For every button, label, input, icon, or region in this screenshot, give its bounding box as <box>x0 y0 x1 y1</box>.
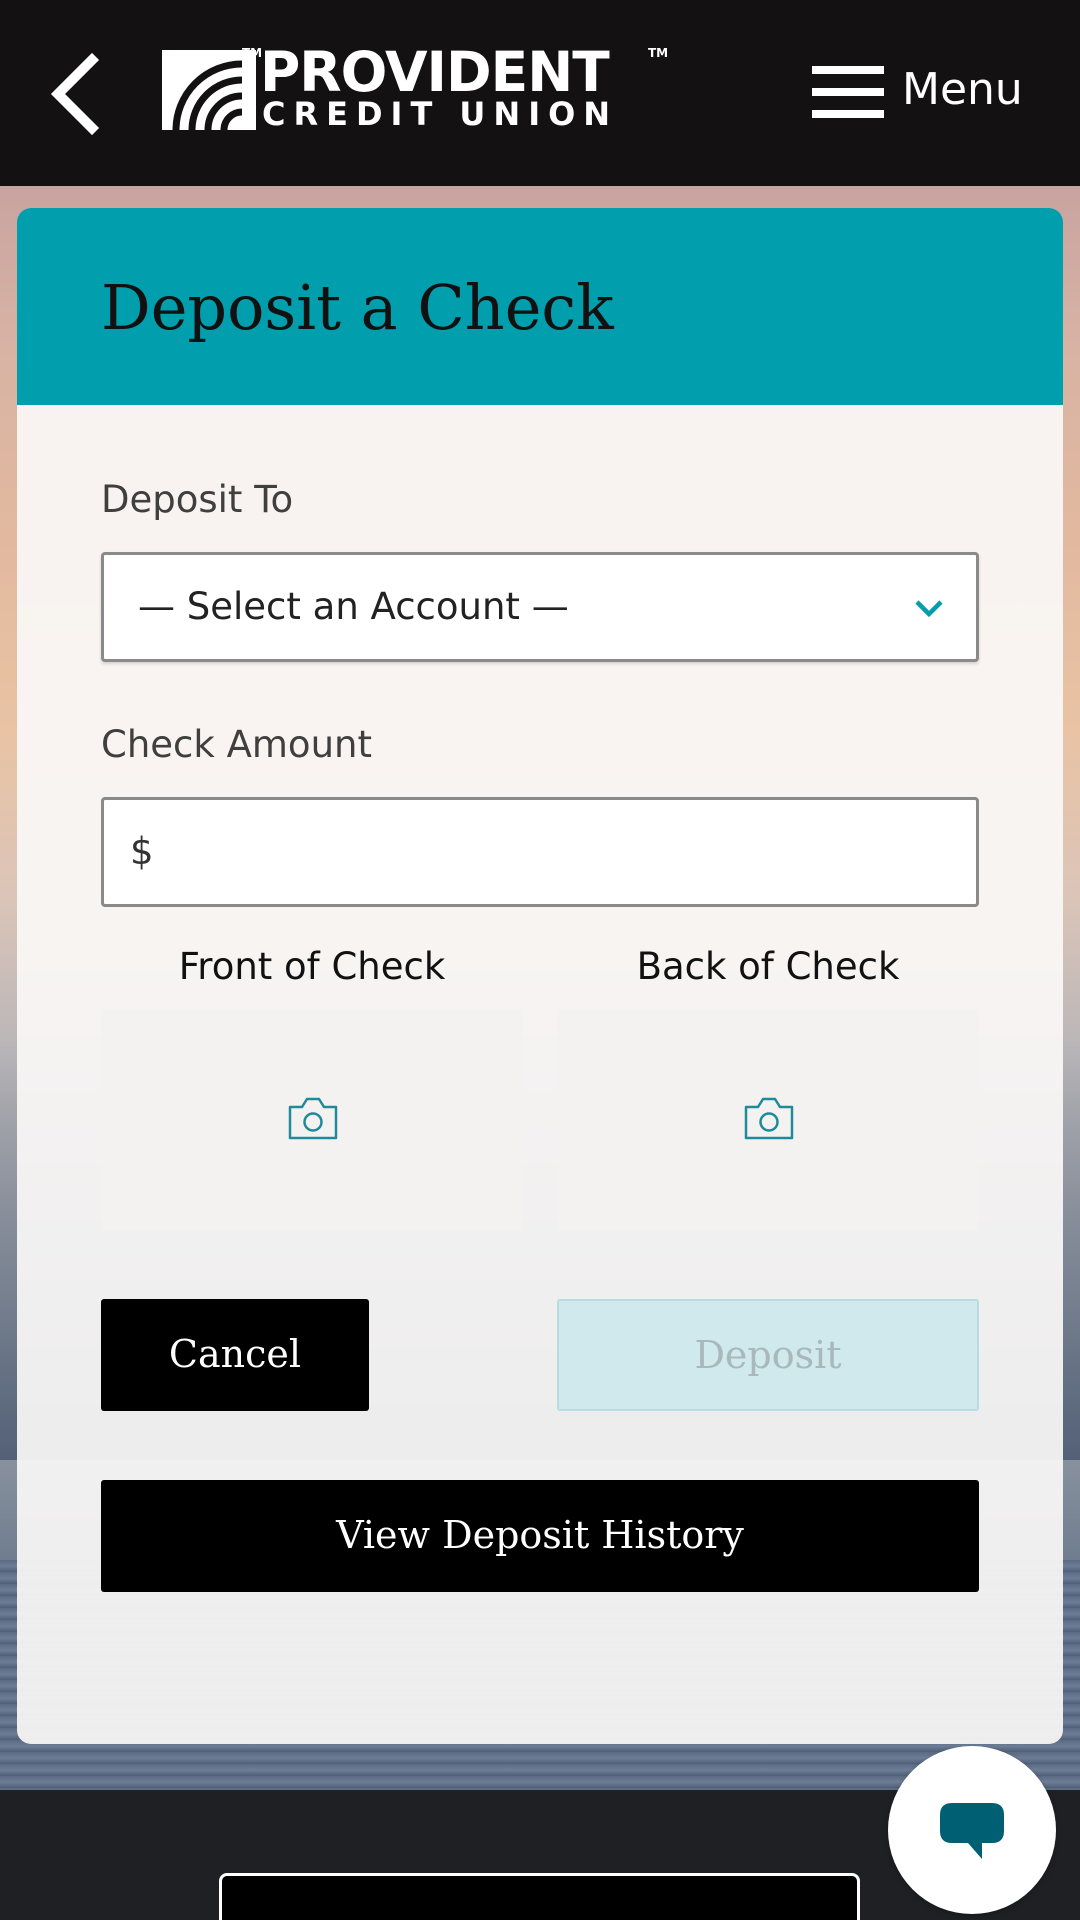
app-header: TM PROVIDENT TM CREDIT UNION Menu <box>0 0 1080 186</box>
back-of-check-capture[interactable] <box>557 1009 979 1231</box>
check-amount-label: Check Amount <box>101 723 372 766</box>
cancel-button[interactable]: Cancel <box>101 1299 369 1411</box>
account-select[interactable]: — Select an Account — <box>101 552 979 662</box>
chat-button[interactable] <box>888 1746 1056 1914</box>
menu-button[interactable]: Menu <box>812 58 1032 124</box>
view-deposit-history-button[interactable]: View Deposit History <box>101 1480 979 1592</box>
camera-icon <box>744 1097 794 1140</box>
check-amount-input[interactable] <box>174 814 964 890</box>
camera-icon <box>288 1097 338 1140</box>
menu-label: Menu <box>902 64 1023 115</box>
front-of-check-label: Front of Check <box>178 945 446 988</box>
logo-trademark: TM <box>648 46 669 60</box>
deposit-to-label: Deposit To <box>101 478 294 521</box>
page-title: Deposit a Check <box>101 271 614 344</box>
chevron-left-icon[interactable] <box>48 52 104 136</box>
chat-bubble-icon <box>940 1803 1004 1859</box>
logo-subtitle: CREDIT UNION <box>262 95 619 133</box>
chevron-down-icon <box>915 600 943 618</box>
provident-logo[interactable]: TM PROVIDENT TM CREDIT UNION <box>162 40 672 136</box>
deposit-button[interactable]: Deposit <box>557 1299 979 1411</box>
card-header: Deposit a Check <box>17 208 1063 405</box>
footer-button[interactable] <box>219 1873 860 1920</box>
hamburger-icon <box>812 66 884 118</box>
deposit-card: Deposit a Check Deposit To — Select an A… <box>17 208 1063 1744</box>
currency-symbol: $ <box>130 830 154 873</box>
check-amount-field[interactable]: $ <box>101 797 979 907</box>
back-of-check-label: Back of Check <box>636 945 900 988</box>
front-of-check-capture[interactable] <box>101 1009 523 1231</box>
account-select-value: — Select an Account — <box>138 585 569 628</box>
logo-arcs-icon <box>162 50 256 130</box>
